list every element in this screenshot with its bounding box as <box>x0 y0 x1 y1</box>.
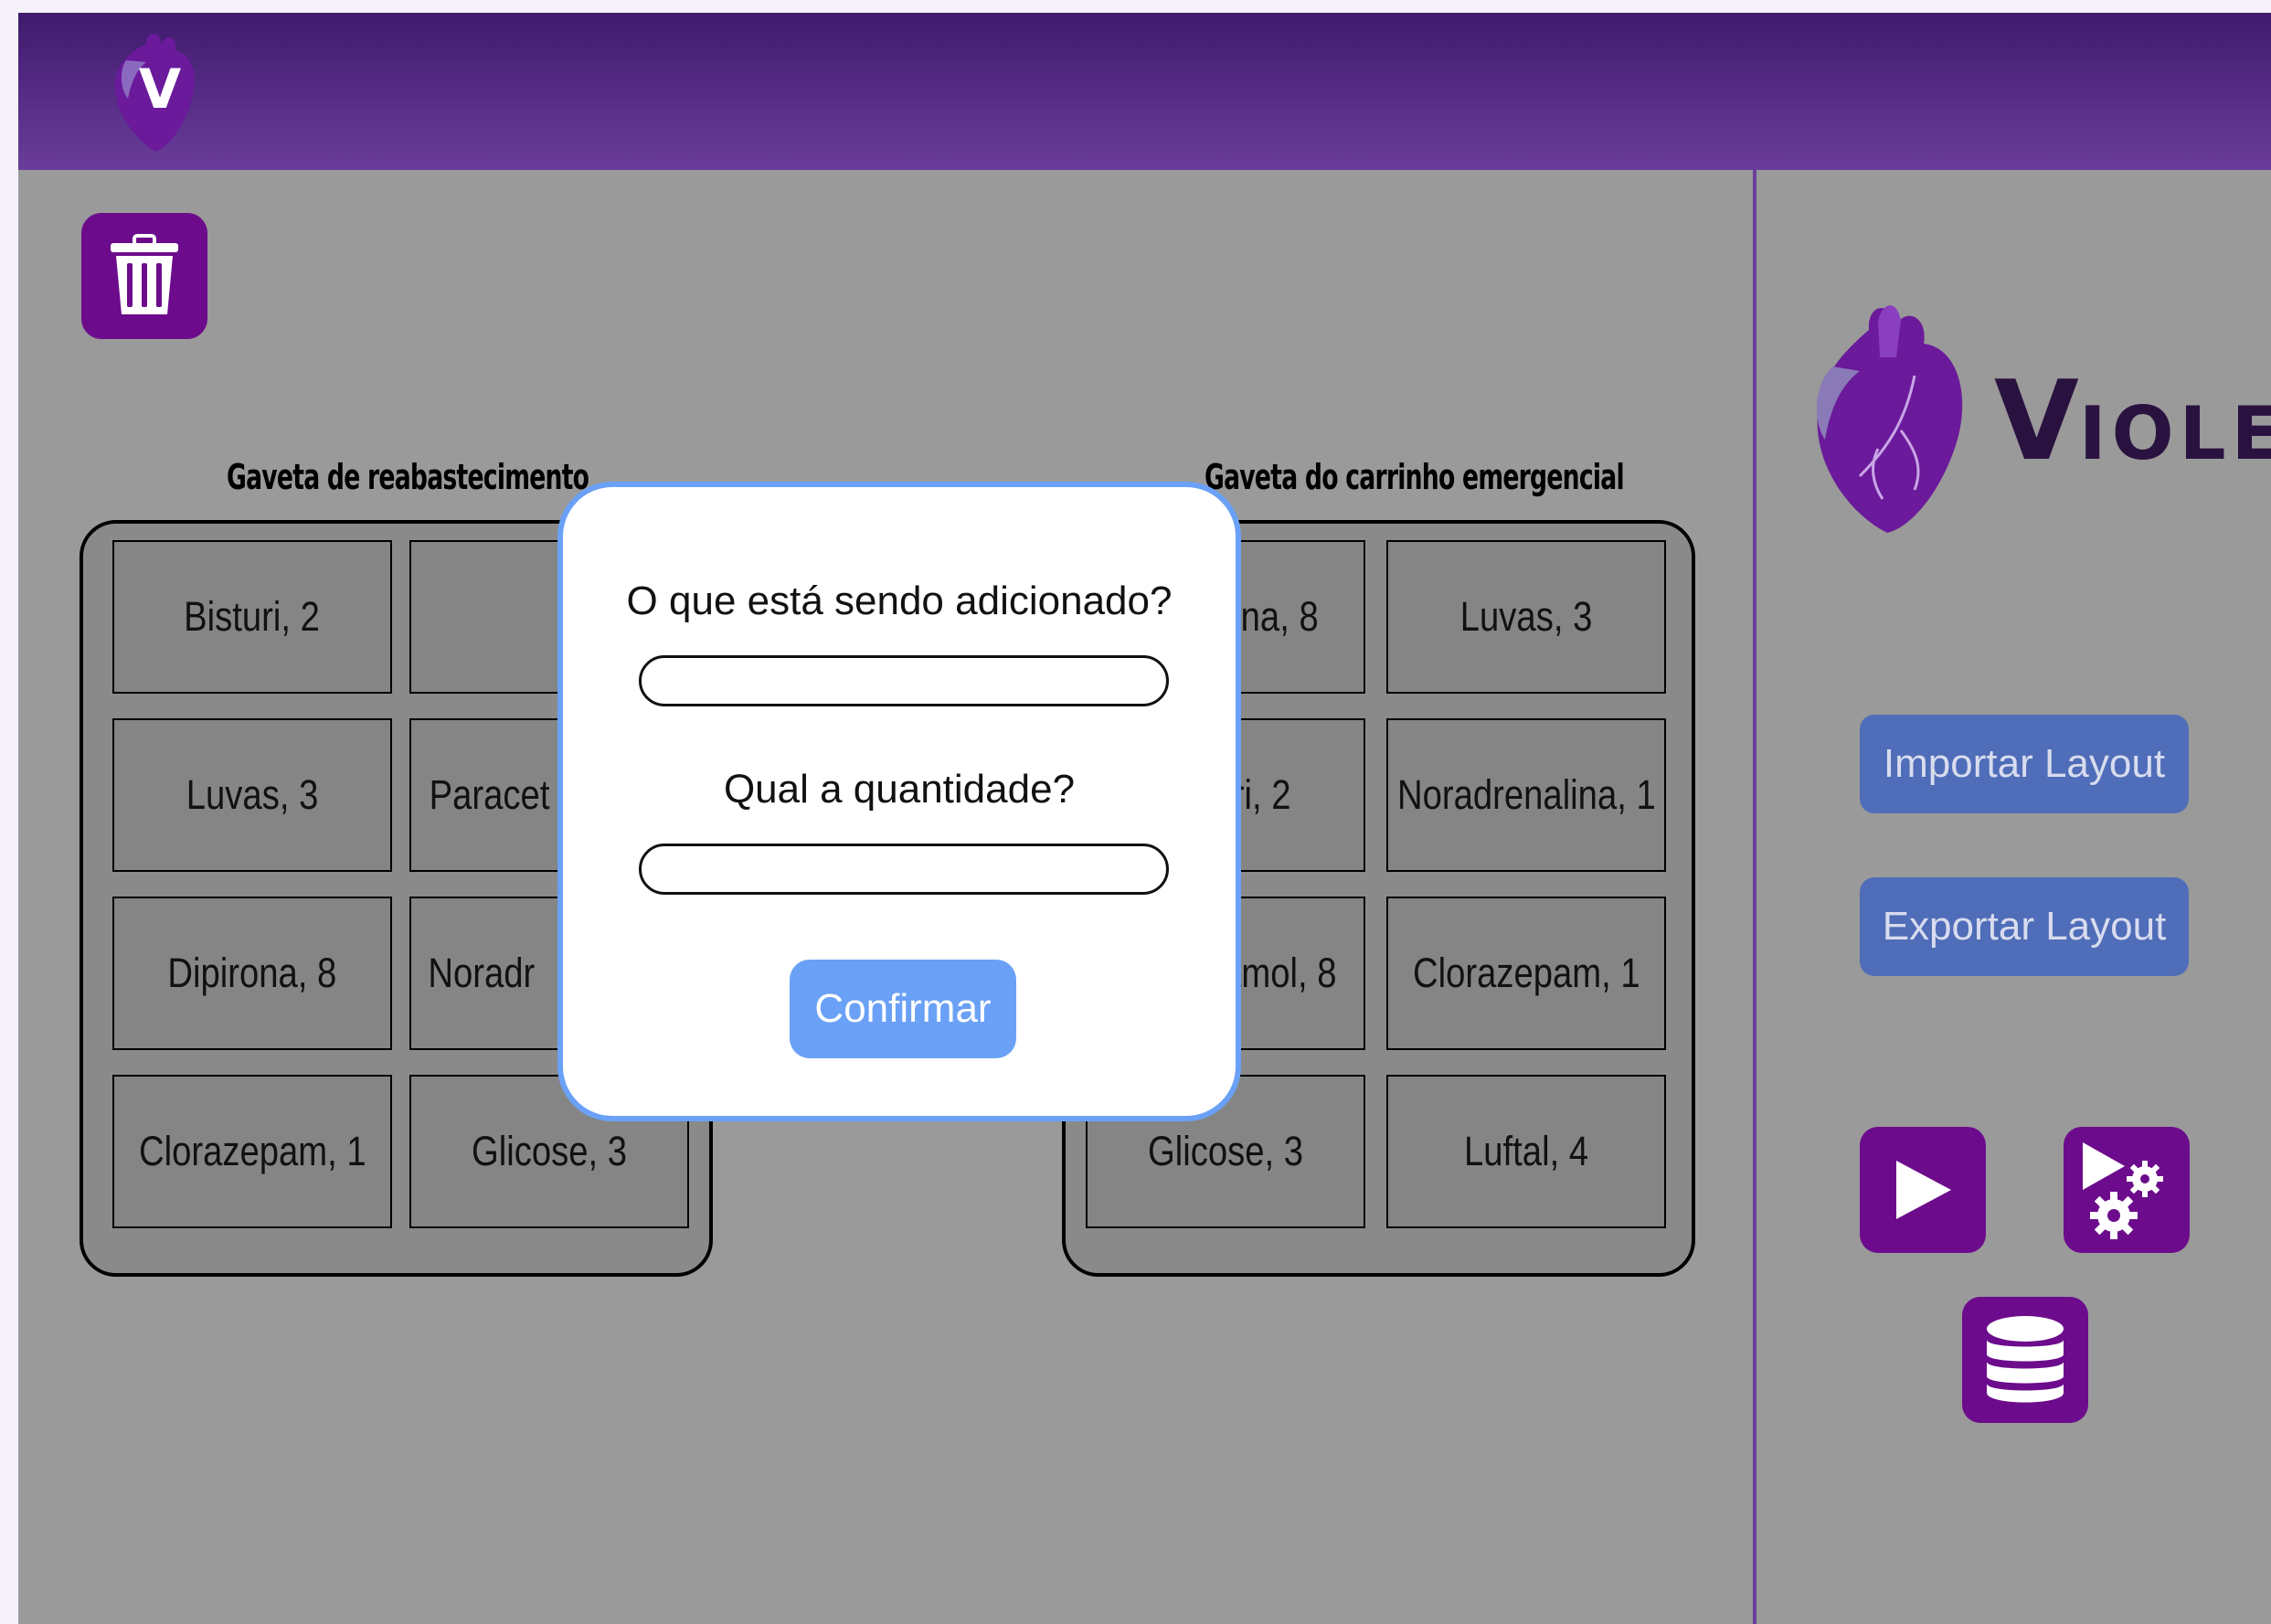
export-layout-button[interactable]: Exportar Layout <box>1860 877 2189 976</box>
cell-label: Glicose, 3 <box>471 1128 628 1174</box>
trash-button[interactable] <box>81 213 207 339</box>
cell-label: Noradrenalina, 1 <box>1396 771 1656 818</box>
right-drawer-cell[interactable]: Luvas, 3 <box>1386 540 1666 694</box>
cell-label: Clorazepam, 1 <box>138 1128 366 1174</box>
item-name-input[interactable] <box>639 655 1169 706</box>
cell-label: Noradr <box>428 950 536 996</box>
left-drawer-cell[interactable]: Dipirona, 8 <box>112 897 392 1050</box>
logo-letter: V <box>139 58 182 122</box>
cell-label: Luvas, 3 <box>1459 593 1593 640</box>
database-icon <box>1987 1316 2064 1403</box>
quantity-input[interactable] <box>639 844 1169 895</box>
right-drawer-title: Gaveta do carrinho emergencial <box>1204 457 1625 497</box>
app-window: V Gaveta de reabastecimento Bisturi, 2 L… <box>18 13 2271 1624</box>
left-drawer-title: Gaveta de reabastecimento <box>227 457 589 497</box>
add-item-dialog: O que está sendo adicionado? Qual a quan… <box>557 482 1241 1121</box>
right-drawer-cell[interactable]: Clorazepam, 1 <box>1386 897 1666 1050</box>
cell-label: Bisturi, 2 <box>184 593 321 640</box>
brand-wordmark: VIOLETA <box>1994 358 2271 485</box>
confirm-button[interactable]: Confirmar <box>790 960 1016 1058</box>
item-question-label: O que está sendo adicionado? <box>626 578 1173 623</box>
cell-label: Luvas, 3 <box>186 771 319 818</box>
brand-rest: IOLETA <box>2078 391 2271 476</box>
top-bar: V <box>18 13 2271 170</box>
brand-initial: V <box>1994 358 2079 485</box>
import-layout-button[interactable]: Importar Layout <box>1860 715 2189 813</box>
right-drawer-cell[interactable]: Luftal, 4 <box>1386 1075 1666 1228</box>
right-drawer-cell[interactable]: Noradrenalina, 1 <box>1386 718 1666 872</box>
cell-label: Luftal, 4 <box>1463 1128 1589 1174</box>
play-settings-button[interactable] <box>2064 1127 2190 1253</box>
left-drawer-cell[interactable]: Bisturi, 2 <box>112 540 392 694</box>
cell-label: Clorazepam, 1 <box>1412 950 1640 996</box>
database-button[interactable] <box>1962 1297 2088 1423</box>
heart-logo-icon: V <box>114 33 195 152</box>
cell-label: Glicose, 3 <box>1147 1128 1304 1174</box>
play-button[interactable] <box>1860 1127 1986 1253</box>
sidebar-divider <box>1753 170 1756 1624</box>
left-drawer-cell[interactable]: Luvas, 3 <box>112 718 392 872</box>
play-settings-icon <box>2083 1142 2163 1239</box>
cell-label: Dipirona, 8 <box>167 950 337 996</box>
left-drawer-cell[interactable]: Clorazepam, 1 <box>112 1075 392 1228</box>
play-icon <box>1896 1161 1951 1219</box>
trash-icon <box>111 234 178 314</box>
cell-label: Paracet <box>429 771 550 818</box>
quantity-question-label: Qual a quantidade? <box>723 767 1076 812</box>
heart-brand-icon <box>1816 305 1963 533</box>
